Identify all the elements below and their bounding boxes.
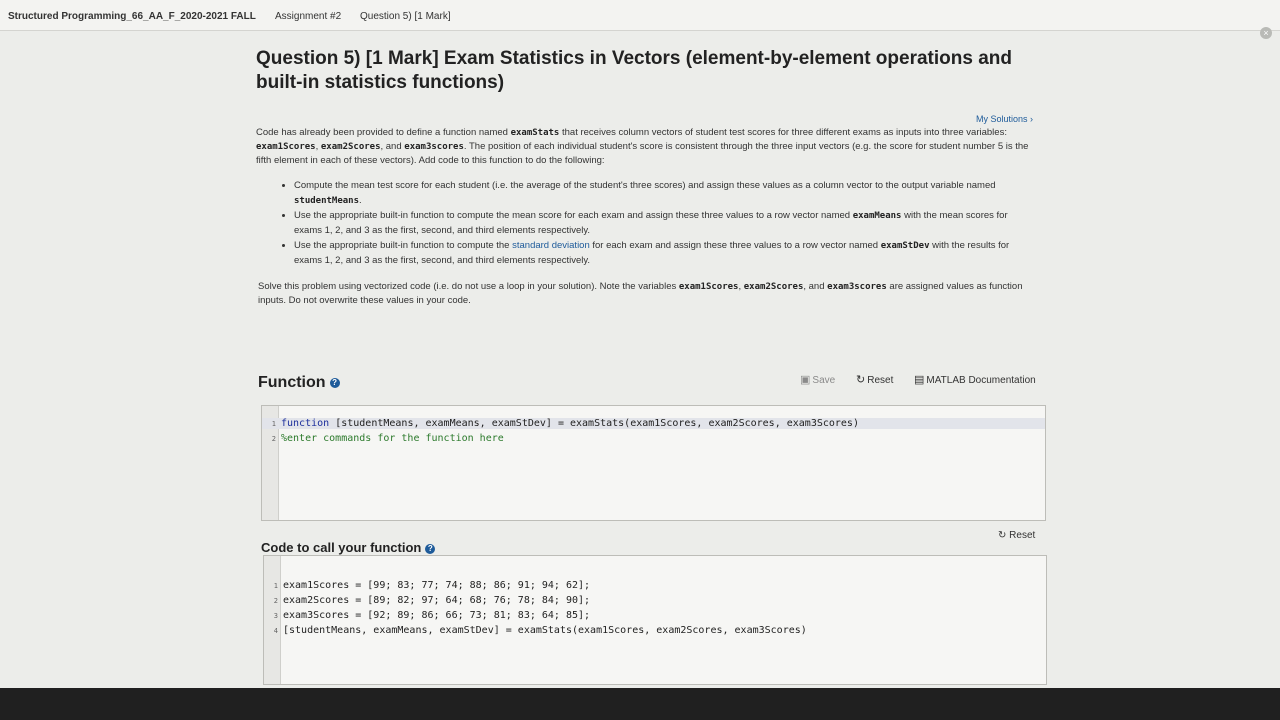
code-text: [studentMeans, examMeans, examStDev] = e… <box>329 418 859 429</box>
problem-description: Code has already been provided to define… <box>256 126 1036 168</box>
breadcrumb: Structured Programming_66_AA_F_2020-2021… <box>0 0 1280 31</box>
list-item: Compute the mean test score for each stu… <box>294 179 1034 208</box>
question-circle-icon[interactable]: ? <box>425 543 436 554</box>
breadcrumb-assignment[interactable]: Assignment #2 <box>275 11 341 22</box>
line-number: 1 <box>271 420 276 428</box>
reset-call-button[interactable]: ↻ Reset <box>998 530 1035 541</box>
desc-code: exam3scores <box>404 142 464 152</box>
desc-text: that receives column vectors of student … <box>559 127 1007 138</box>
item-code: examStDev <box>880 241 930 251</box>
screen: Structured Programming_66_AA_F_2020-2021… <box>0 0 1280 720</box>
keyword: function <box>281 418 330 429</box>
refresh-icon: ↻ <box>856 374 866 386</box>
function-code-editor[interactable]: 1 function [studentMeans, examMeans, exam… <box>261 405 1046 521</box>
item-text: Compute the mean test score for each stu… <box>294 180 996 191</box>
reset-button[interactable]: ↻ Reset <box>856 373 893 386</box>
save-label: Save <box>812 375 836 386</box>
code-text: [studentMeans, examMeans, examStDev] = e… <box>283 625 807 636</box>
function-title: Function <box>258 374 326 391</box>
note-text: , and <box>803 281 828 292</box>
breadcrumb-question[interactable]: Question 5) [1 Mark] <box>360 11 451 22</box>
requirements-list: Compute the mean test score for each stu… <box>276 179 1034 269</box>
line-number: 1 <box>273 582 278 590</box>
item-text: . <box>359 194 362 206</box>
code-line[interactable]: 4 [studentMeans, examMeans, examStDev] = … <box>264 625 807 636</box>
code-line[interactable]: 1 exam1Scores = [99; 83; 77; 74; 88; 86; … <box>264 580 590 591</box>
standard-deviation-link[interactable]: standard deviation <box>512 240 590 251</box>
code-text: exam2Scores = [89; 82; 97; 64; 68; 76; 7… <box>283 595 591 606</box>
reset-label: Reset <box>867 375 894 386</box>
line-number: 4 <box>273 627 278 635</box>
question-circle-icon[interactable]: ? <box>329 377 340 388</box>
item-text: Use the appropriate built-in function to… <box>294 210 853 221</box>
desc-code: exam2Scores <box>320 142 381 152</box>
breadcrumb-course[interactable]: Structured Programming_66_AA_F_2020-2021… <box>8 11 256 22</box>
line-number: 2 <box>273 597 278 605</box>
code-line[interactable]: 1 function [studentMeans, examMeans, exam… <box>262 418 1045 429</box>
close-icon[interactable]: × <box>1260 27 1272 39</box>
refresh-icon: ↻ <box>998 530 1010 541</box>
desc-text: Code has already been provided to define… <box>256 127 511 138</box>
function-heading: Function? <box>258 374 340 392</box>
item-text: Use the appropriate built-in function to… <box>294 240 513 251</box>
code-text: exam3Scores = [92; 89; 86; 66; 73; 81; 8… <box>283 610 591 621</box>
page-title: Question 5) [1 Mark] Exam Statistics in … <box>256 47 1056 95</box>
code-text: exam1Scores = [99; 83; 77; 74; 88; 86; 9… <box>283 580 591 591</box>
desc-code: exam1Scores <box>256 142 316 152</box>
call-title: Code to call your function <box>261 540 422 555</box>
desc-code: examStats <box>510 128 560 138</box>
note-code: exam3scores <box>827 282 887 292</box>
call-heading: Code to call your function? <box>261 540 436 555</box>
list-item: Use the appropriate built-in function to… <box>294 209 1034 238</box>
save-button[interactable]: ▣ Save <box>800 373 835 386</box>
list-item: Use the appropriate built-in function to… <box>294 239 1034 268</box>
item-code: examMeans <box>852 211 902 221</box>
my-solutions-link[interactable]: My Solutions › <box>976 114 1033 124</box>
code-comment: %enter commands for the function here <box>281 433 504 444</box>
desc-text: , and <box>380 141 405 152</box>
reset-label: Reset <box>1009 530 1036 541</box>
call-code-editor[interactable]: 1 exam1Scores = [99; 83; 77; 74; 88; 86; … <box>263 555 1047 685</box>
code-line[interactable]: 2 exam2Scores = [89; 82; 97; 64; 68; 76; … <box>264 595 590 606</box>
code-line[interactable]: 2 %enter commands for the function here <box>262 433 504 444</box>
title-line-1: Question 5) [1 Mark] Exam Statistics in … <box>256 48 1012 69</box>
floppy-disk-icon: ▣ <box>800 374 811 386</box>
solve-note: Solve this problem using vectorized code… <box>258 280 1038 308</box>
note-code: exam1Scores <box>678 282 739 292</box>
code-line[interactable]: 3 exam3Scores = [92; 89; 86; 66; 73; 81; … <box>264 610 590 621</box>
line-number: 2 <box>271 435 276 443</box>
book-icon: ▤ <box>914 374 925 386</box>
matlab-documentation-link[interactable]: ▤ MATLAB Documentation <box>914 373 1036 386</box>
note-text: Solve this problem using vectorized code… <box>258 281 679 292</box>
line-number: 3 <box>273 612 278 620</box>
matlab-doc-label: MATLAB Documentation <box>926 375 1036 386</box>
monitor-bezel <box>0 688 1280 720</box>
item-text: for each exam and assign these three val… <box>589 240 881 251</box>
item-code: studentMeans <box>294 195 360 206</box>
note-code: exam2Scores <box>743 282 804 292</box>
title-line-2: built-in statistics functions) <box>256 72 505 93</box>
